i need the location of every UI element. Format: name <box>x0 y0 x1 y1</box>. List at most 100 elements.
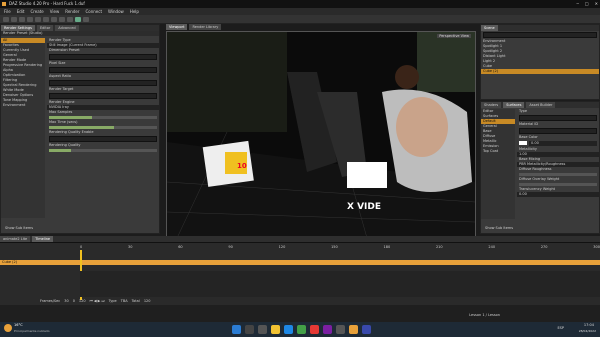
weather-desc: Principalmente nublado <box>14 329 50 333</box>
weather-icon[interactable] <box>4 324 12 332</box>
status-area: Lesson 1 / Lesson <box>0 305 600 322</box>
maximize-icon[interactable]: □ <box>585 0 589 8</box>
move-icon[interactable] <box>51 16 57 22</box>
prop-render-target: Render Target <box>49 87 74 91</box>
translucency-value[interactable]: 0.00 <box>517 192 599 197</box>
language-indicator[interactable]: ESP <box>557 326 564 330</box>
show-sub-items-right[interactable]: Show Sub Items <box>483 226 513 231</box>
render-target-field[interactable] <box>49 93 157 99</box>
minimize-icon[interactable]: ─ <box>576 0 578 8</box>
menu-file[interactable]: File <box>4 8 11 15</box>
render-settings-panel: Render Settings Editor Advanced Render P… <box>0 24 160 234</box>
menu-edit[interactable]: Edit <box>17 8 25 15</box>
timeline-ruler: 0 30 60 90 120 150 180 210 240 270 300 <box>80 245 600 250</box>
app-icon[interactable] <box>323 325 332 334</box>
menu-bar: File Edit Create View Render Connect Win… <box>0 8 600 15</box>
windows-start-icon[interactable] <box>232 325 241 334</box>
max-samples-slider[interactable] <box>49 116 157 119</box>
daz-studio-icon[interactable] <box>349 325 358 334</box>
scene-item-selected[interactable]: Cube (2) <box>481 69 599 74</box>
quality-enable-field[interactable] <box>49 136 157 142</box>
scale-icon[interactable] <box>67 16 73 22</box>
tab-shaders[interactable]: Shaders <box>481 102 502 108</box>
tree-item[interactable]: Top Coat <box>481 149 515 154</box>
base-color-value[interactable]: 0.00 <box>529 141 597 146</box>
menu-window[interactable]: Window <box>108 8 124 15</box>
tick-label: 270 <box>540 245 548 249</box>
tab-scene[interactable]: Scene <box>481 25 498 31</box>
pixel-size-field[interactable] <box>49 67 157 73</box>
close-icon[interactable]: ✕ <box>595 0 598 8</box>
store-icon[interactable] <box>297 325 306 334</box>
tick-label: 90 <box>228 245 233 249</box>
menu-render[interactable]: Render <box>65 8 79 15</box>
category-environment[interactable]: Environment <box>1 103 45 108</box>
tick-label: 120 <box>278 245 286 249</box>
tab-render-library[interactable]: Render Library <box>189 24 222 30</box>
prop-aspect-ratio: Aspect Ratio <box>49 74 71 78</box>
show-sub-items-left[interactable]: Show Sub Items <box>3 226 33 231</box>
search-icon[interactable] <box>245 325 254 334</box>
render-icon[interactable] <box>75 16 81 22</box>
rotate-icon[interactable] <box>59 16 65 22</box>
chrome-icon[interactable] <box>310 325 319 334</box>
app-icon <box>2 2 6 6</box>
prop-type: Type <box>519 109 528 113</box>
edge-icon[interactable] <box>284 325 293 334</box>
lesson-label: Lesson 1 / Lesson <box>469 313 500 317</box>
material-id-field[interactable] <box>519 128 597 134</box>
3d-viewport[interactable]: 10 X VIDE Perspective View <box>166 31 476 239</box>
undo-icon[interactable] <box>27 16 33 22</box>
prop-diffuse-roughness: Diffuse Roughness <box>519 167 552 171</box>
tab-surfaces[interactable]: Surfaces <box>503 102 525 108</box>
menu-help[interactable]: Help <box>130 8 139 15</box>
diffuse-overlay-slider[interactable] <box>519 183 597 186</box>
app-icon[interactable] <box>336 325 345 334</box>
new-icon[interactable] <box>3 16 9 22</box>
tick-label: 210 <box>435 245 443 249</box>
track-area[interactable] <box>80 271 600 297</box>
tab-viewport[interactable]: Viewport <box>166 24 188 30</box>
tab-advanced[interactable]: Advanced <box>55 25 79 31</box>
aspect-ratio-field[interactable] <box>49 80 157 86</box>
tick-label: 180 <box>383 245 391 249</box>
tab-asset-builder[interactable]: Asset Builder <box>526 102 556 108</box>
redo-icon[interactable] <box>35 16 41 22</box>
surface-tree: Editor Surfaces Default General Base Dif… <box>481 109 515 219</box>
taskbar-apps <box>232 325 371 334</box>
open-icon[interactable] <box>11 16 17 22</box>
clock-date[interactable]: 28/04/2022 <box>579 329 596 333</box>
menu-connect[interactable]: Connect <box>86 8 103 15</box>
tick-label: 60 <box>178 245 183 249</box>
main-toolbar <box>0 15 600 24</box>
category-list: All Favorites Currently Used General Ren… <box>1 38 45 218</box>
windows-taskbar: 16°C Principalmente nublado ESP 17:04 28… <box>0 322 600 337</box>
window-title: DAZ Studio 4.20 Pro - Hard Fuck 1.duf <box>9 1 85 6</box>
surface-properties: Type Material ID Base Color 0.00 Metalli… <box>517 109 599 224</box>
weather-temp: 16°C <box>14 323 23 327</box>
preset-label: Render Preset (Studio) <box>1 31 159 36</box>
quality-slider[interactable] <box>49 149 157 152</box>
track-row[interactable] <box>0 260 600 265</box>
select-icon[interactable] <box>43 16 49 22</box>
camera-icon[interactable] <box>83 16 89 22</box>
task-view-icon[interactable] <box>258 325 267 334</box>
clock-time[interactable]: 17:04 <box>584 323 594 327</box>
scene-search-field[interactable] <box>483 32 597 38</box>
prop-base-color: Base Color <box>519 135 538 139</box>
dimension-preset-field[interactable] <box>49 54 157 60</box>
prop-diffuse-overlay: Diffuse Overlay Weight <box>519 177 560 181</box>
file-explorer-icon[interactable] <box>271 325 280 334</box>
scene-panel: Scene Environment Spotlight 1 Spotlight … <box>480 24 600 100</box>
surfaces-panel: Shaders Surfaces Asset Builder Editor Su… <box>480 101 600 234</box>
diffuse-roughness-slider[interactable] <box>519 173 597 176</box>
type-field[interactable] <box>519 115 597 121</box>
app-icon[interactable] <box>362 325 371 334</box>
menu-create[interactable]: Create <box>30 8 43 15</box>
save-icon[interactable] <box>19 16 25 22</box>
camera-select[interactable]: Perspective View <box>437 34 471 38</box>
max-time-slider[interactable] <box>49 126 157 129</box>
menu-view[interactable]: View <box>50 8 60 15</box>
timeline-panel: 0 30 60 90 120 150 180 210 240 270 300 C… <box>0 242 600 305</box>
base-color-swatch[interactable] <box>519 141 527 145</box>
